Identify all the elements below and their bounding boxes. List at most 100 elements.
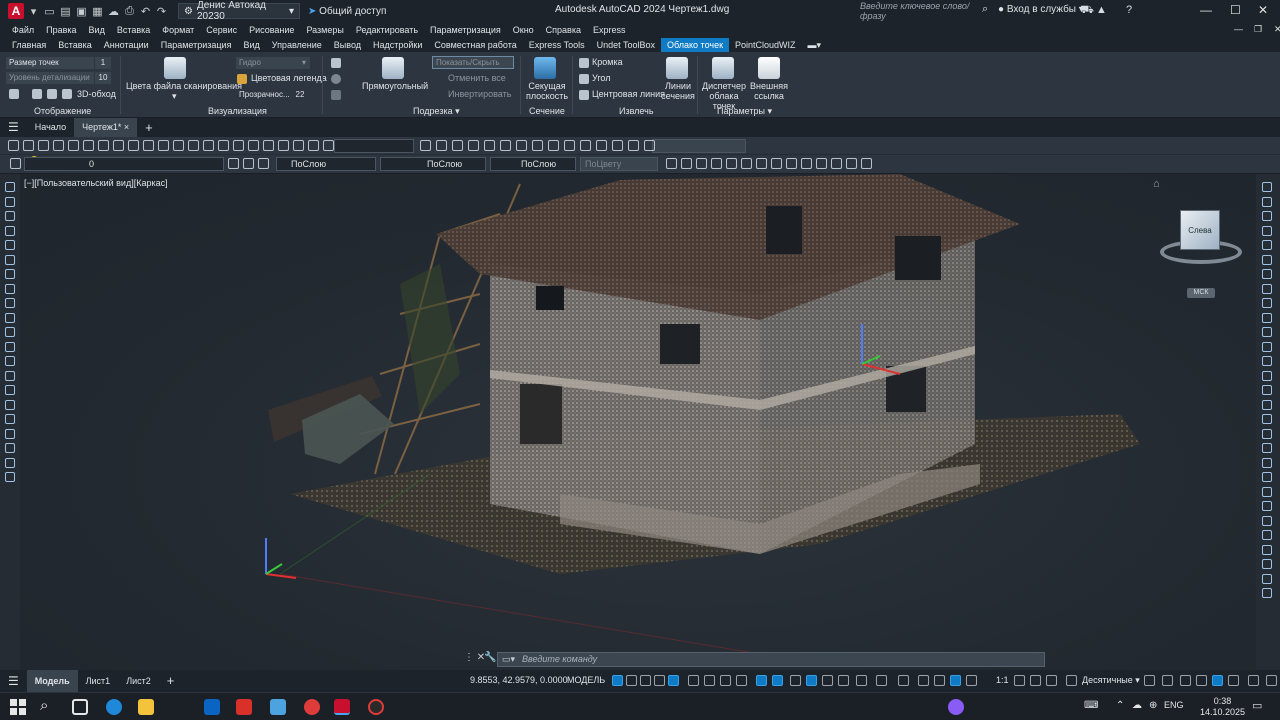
status-toggle-icon[interactable] — [736, 675, 747, 686]
draw-palette-tool-icon[interactable] — [5, 356, 15, 366]
status-toggle-icon[interactable] — [966, 675, 977, 686]
open-folder-icon[interactable]: ▤ — [59, 5, 72, 18]
scan-colors-button[interactable]: Цвета файла сканирования — [126, 81, 242, 91]
chevron-down-icon[interactable]: ▾ — [172, 91, 177, 102]
menu-item[interactable]: Файл — [12, 25, 34, 35]
status-toggle-icon[interactable] — [822, 675, 833, 686]
orbit-icon[interactable] — [32, 89, 42, 99]
edge-browser-icon[interactable] — [106, 699, 122, 715]
circle-tool-icon[interactable] — [38, 140, 49, 151]
rectangle-tool-icon[interactable] — [68, 140, 79, 151]
move-tool-icon[interactable] — [436, 140, 447, 151]
menu-item[interactable]: Вставка — [117, 25, 150, 35]
text-tool-icon[interactable] — [756, 158, 767, 169]
draw-palette-tool-icon[interactable] — [5, 443, 15, 453]
section-lines-icon[interactable] — [666, 57, 688, 79]
status-toggle-icon[interactable] — [626, 675, 637, 686]
doc-minimize-button[interactable]: — — [1234, 24, 1243, 34]
share-button[interactable]: ➤ Общий доступ — [308, 6, 386, 17]
tab-manage[interactable]: Управление — [266, 38, 328, 52]
ribbon-options-icon[interactable]: ▬▾ — [802, 38, 828, 52]
tab-output[interactable]: Вывод — [328, 38, 367, 52]
hamburger-menu-icon[interactable]: ☰ — [0, 118, 27, 137]
tab-collaborate[interactable]: Совместная работа — [428, 38, 522, 52]
modify-palette-tool-icon[interactable] — [1262, 182, 1272, 192]
menu-item[interactable]: Окно — [513, 25, 534, 35]
draw-palette-tool-icon[interactable] — [5, 254, 15, 265]
lod-field[interactable]: Уровень детализации — [6, 72, 94, 84]
doc-close-button[interactable]: ✕ — [1274, 24, 1280, 35]
keyword-search-input[interactable]: Введите ключевое слово/фразу — [852, 1, 976, 21]
status-toggle-icon[interactable] — [1266, 675, 1277, 686]
draw-palette-tool-icon[interactable] — [5, 298, 15, 308]
orbit-3d-button[interactable]: 3D-обход — [77, 89, 116, 99]
modify-palette-tool-icon[interactable] — [1262, 501, 1272, 511]
polyline-tool-icon[interactable] — [158, 140, 169, 151]
text-tool-icon[interactable] — [831, 158, 842, 169]
modify-palette-tool-icon[interactable] — [1262, 269, 1272, 279]
new-file-icon[interactable]: ▭ — [43, 5, 56, 18]
line-tool-icon[interactable] — [644, 140, 655, 151]
obs-icon[interactable] — [368, 699, 384, 715]
color-combo[interactable]: ПоСлою — [276, 157, 376, 171]
status-toggle-icon[interactable] — [1212, 675, 1223, 686]
tab-view[interactable]: Вид — [237, 38, 265, 52]
draw-palette-tool-icon[interactable] — [5, 385, 15, 395]
arc-tool-icon[interactable] — [323, 140, 334, 151]
onedrive-icon[interactable]: ☁ — [1132, 700, 1142, 711]
copy-tool-icon[interactable] — [233, 140, 244, 151]
notifications-icon[interactable]: ▭ — [1252, 699, 1262, 712]
linetype-combo[interactable]: ПоСлою — [380, 157, 486, 171]
keyboard-icon[interactable]: ⌨ — [1084, 700, 1098, 711]
menu-item[interactable]: Сервис — [206, 25, 237, 35]
filter-icon[interactable] — [331, 90, 341, 100]
tab-parametric[interactable]: Параметризация — [155, 38, 238, 52]
status-toggle-icon[interactable] — [1180, 675, 1191, 686]
draw-palette-tool-icon[interactable] — [5, 341, 15, 352]
print-icon[interactable]: ⎙ — [123, 5, 136, 18]
draw-palette-tool-icon[interactable] — [5, 457, 15, 468]
circle-icon[interactable] — [331, 74, 341, 84]
menu-item[interactable]: Размеры — [306, 25, 343, 35]
status-toggle-icon[interactable] — [898, 675, 909, 686]
workspace-selector[interactable]: ⚙ Денис Автокад 20230 ▾ — [178, 0, 300, 22]
modify-palette-tool-icon[interactable] — [1262, 544, 1272, 555]
rotate-tool-icon[interactable] — [612, 140, 623, 151]
layout-tab-sheet2[interactable]: Лист2 — [118, 670, 159, 692]
status-toggle-icon[interactable] — [790, 675, 801, 686]
cursor-coordinates[interactable]: 9.8553, 42.9579, 0.0000 — [470, 675, 568, 685]
transparency-value[interactable]: 22 — [292, 89, 308, 101]
status-toggle-icon[interactable] — [1030, 675, 1041, 686]
circle-tool-icon[interactable] — [532, 140, 543, 151]
status-toggle-icon[interactable] — [704, 675, 715, 686]
status-toggle-icon[interactable] — [772, 675, 783, 686]
cloud-icon[interactable]: ☁ — [107, 5, 120, 18]
rectangle-tool-icon[interactable] — [420, 140, 431, 151]
section-lines-button[interactable]: Линии сечения — [660, 81, 696, 101]
viewcube-face[interactable]: Слева — [1180, 210, 1220, 250]
telegram-icon[interactable] — [270, 699, 286, 715]
status-toggle-icon[interactable] — [1162, 675, 1173, 686]
copy-tool-icon[interactable] — [596, 140, 607, 151]
status-toggle-icon[interactable] — [1066, 675, 1077, 686]
tab-insert[interactable]: Вставка — [52, 38, 97, 52]
annotation-tool-icon[interactable] — [786, 158, 797, 169]
status-toggle-icon[interactable] — [1144, 675, 1155, 686]
centerline-button[interactable]: Центровая линия — [592, 89, 665, 99]
edge-button[interactable]: Кромка — [592, 57, 623, 67]
status-toggle-icon[interactable] — [720, 675, 731, 686]
make-current-icon[interactable] — [228, 158, 239, 169]
start-tab[interactable]: Начало — [27, 118, 74, 137]
ucs-menu[interactable]: МСК — [1187, 288, 1215, 298]
customize-icon[interactable]: 🔧 — [484, 652, 496, 663]
lod-value[interactable]: 10 — [95, 72, 111, 84]
rotate-tool-icon[interactable] — [468, 140, 479, 151]
polyline-tool-icon[interactable] — [516, 140, 527, 151]
external-reference-button[interactable]: Внешняя ссылка — [750, 81, 788, 101]
view-tool-icon[interactable] — [628, 140, 639, 151]
status-toggle-icon[interactable] — [1248, 675, 1259, 686]
circle-tool-icon[interactable] — [173, 140, 184, 151]
save-as-icon[interactable]: ▦ — [91, 5, 104, 18]
draw-palette-tool-icon[interactable] — [5, 399, 15, 410]
redo-icon[interactable]: ↷ — [155, 5, 168, 18]
